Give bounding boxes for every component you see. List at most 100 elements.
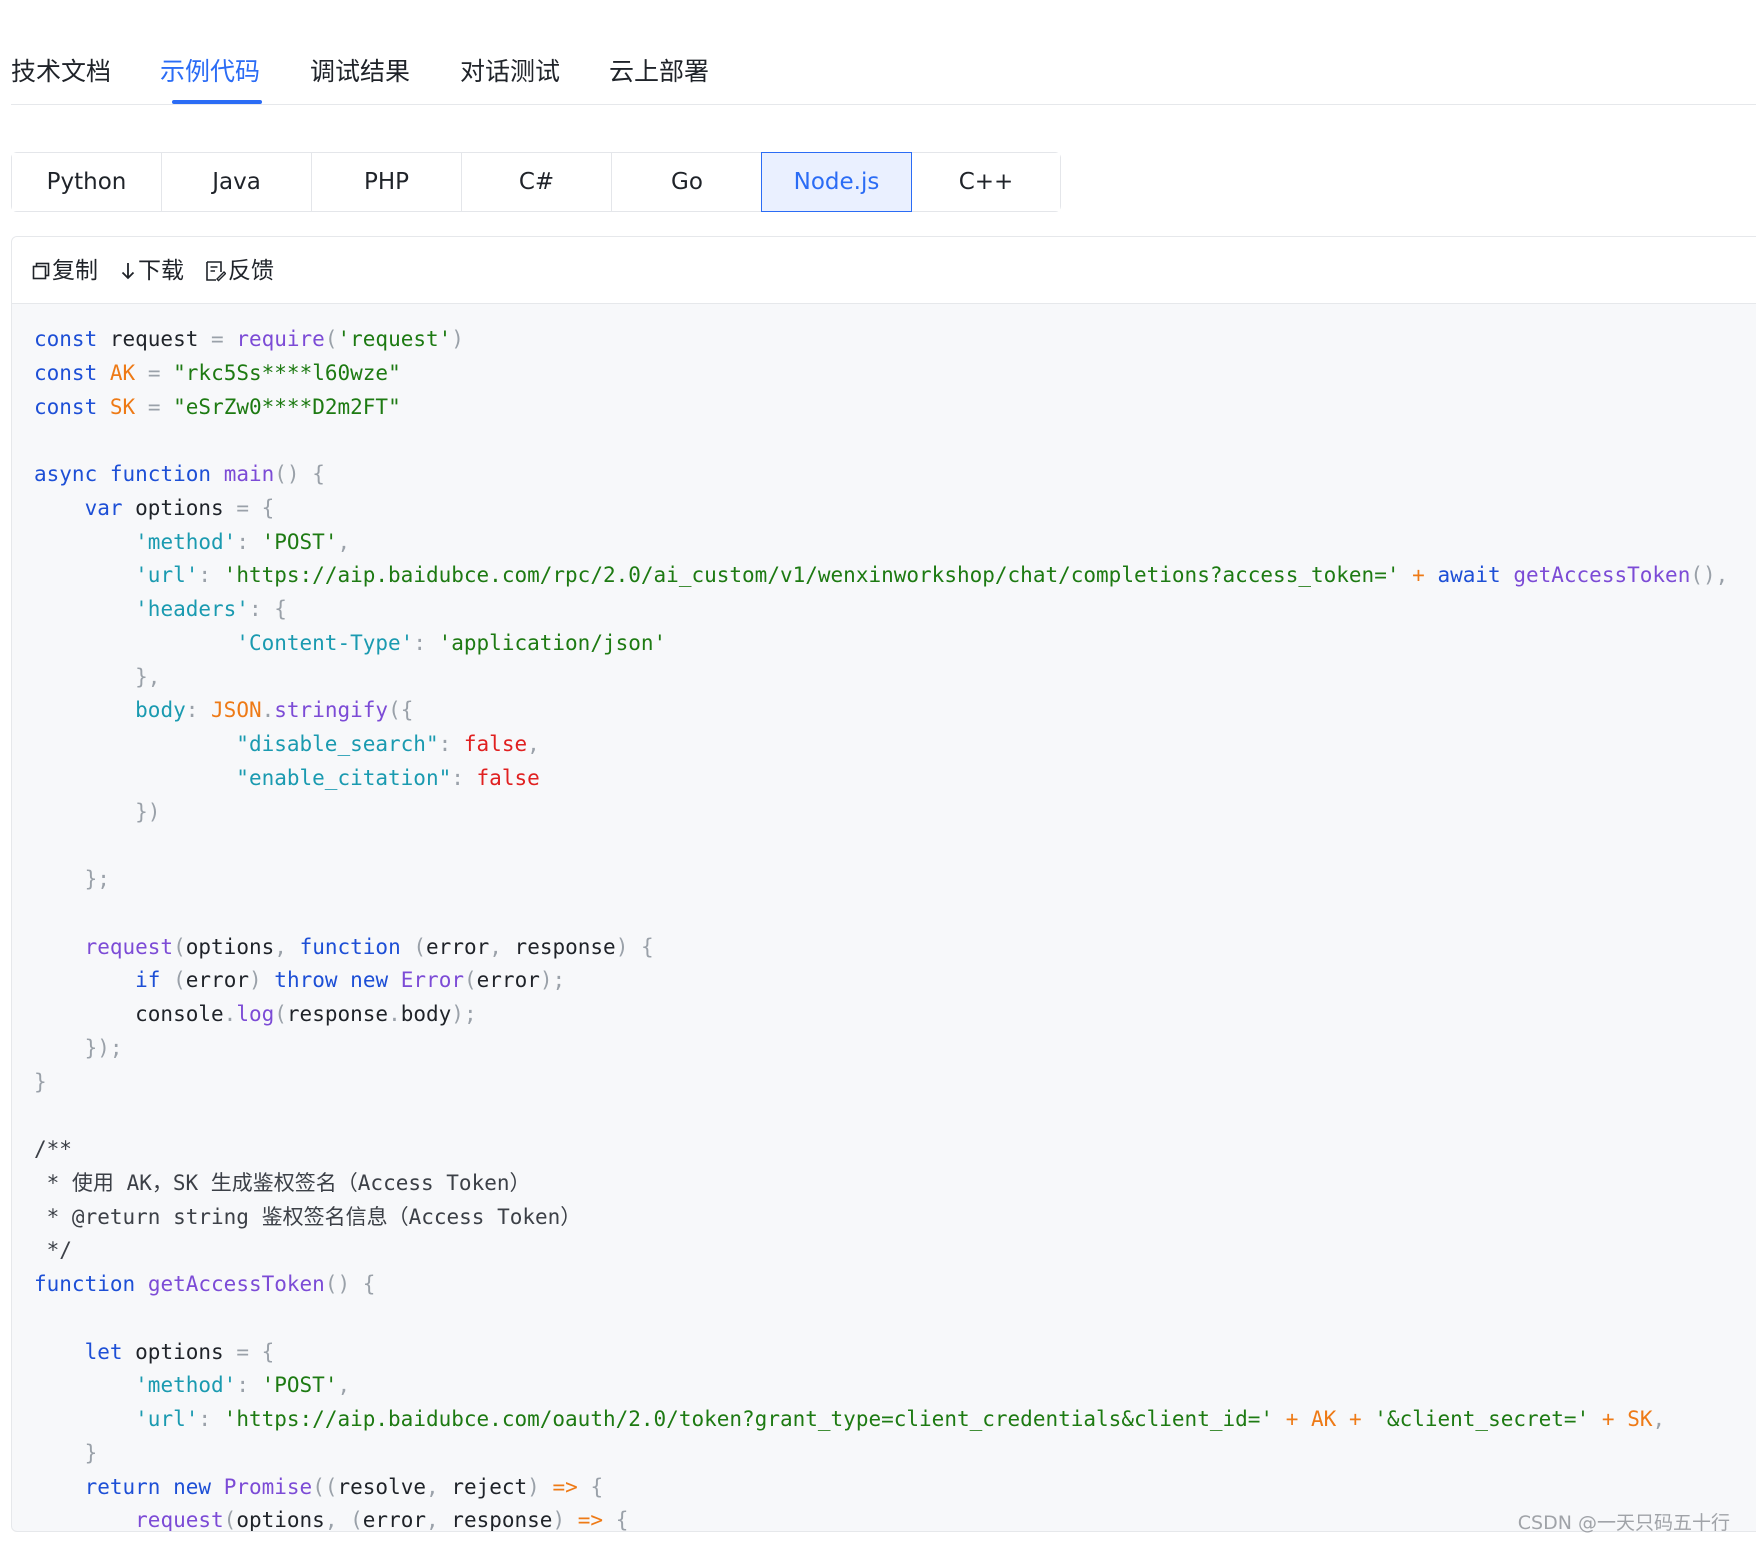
code-token: error — [476, 968, 540, 993]
code-line: 'url': 'https://aip.baidubce.com/rpc/2.0… — [34, 559, 1728, 593]
code-token: new — [350, 968, 389, 993]
code-token: : — [198, 1407, 224, 1431]
code-token: response — [286, 1002, 389, 1026]
lang-tab-go[interactable]: Go — [612, 153, 762, 211]
tab-sample-code[interactable]: 示例代码 — [160, 52, 260, 92]
code-token: '&client_secret=' — [1374, 1407, 1590, 1431]
code-line: if (error) throw new Error(error); — [34, 964, 1728, 998]
code-token: "enable_citation" — [236, 765, 452, 790]
code-line: console.log(response.body); — [34, 998, 1728, 1032]
code-token: error — [426, 934, 490, 959]
code-token: response — [514, 934, 616, 959]
code-line: request(options, function (error, respon… — [34, 931, 1728, 965]
code-token: , — [337, 1373, 351, 1398]
code-token: request — [84, 934, 174, 959]
code-token: (( — [312, 1474, 338, 1499]
code-line: 'Content-Type': 'application/json' — [34, 627, 1728, 661]
code-line: const SK = "eSrZw0****D2m2FT" — [34, 391, 1728, 425]
code-token: + — [1412, 563, 1425, 588]
code-line: }) — [34, 796, 1728, 830]
code-token: ) — [248, 968, 262, 993]
code-token: , — [489, 934, 515, 959]
download-arrow-icon — [120, 261, 136, 281]
code-token: () { — [274, 462, 325, 486]
code-line: */ — [34, 1234, 1728, 1268]
tab-cloud-deploy[interactable]: 云上部署 — [609, 52, 709, 92]
tab-debug-results[interactable]: 调试结果 — [310, 52, 410, 92]
code-token: 'url' — [135, 563, 199, 588]
code-token: (), — [1690, 563, 1729, 588]
code-token: request — [97, 327, 212, 351]
code-token: JSON — [211, 698, 262, 723]
code-token: AK — [109, 360, 136, 385]
code-token: }; — [84, 867, 110, 891]
code-token: : — [413, 630, 439, 655]
code-token: + — [1601, 1407, 1615, 1431]
code-token: function — [34, 1272, 136, 1296]
code-token: return — [84, 1474, 161, 1499]
code-token: body — [400, 1002, 452, 1026]
code-token: await — [1437, 563, 1501, 588]
code-token: 'method' — [135, 529, 237, 554]
code-line: var options = { — [34, 492, 1728, 526]
lang-tab-cpp[interactable]: C++ — [912, 153, 1060, 211]
code-token: = — [147, 360, 161, 385]
code-token: options — [122, 1339, 237, 1364]
code-token: ( — [463, 968, 477, 993]
lang-tab-python[interactable]: Python — [12, 153, 162, 211]
code-token: false — [463, 732, 528, 756]
code-line: 'method': 'POST', — [34, 526, 1728, 560]
lang-tab-csharp[interactable]: C# — [462, 153, 612, 211]
code-token: 'request' — [337, 327, 452, 351]
code-token: options — [236, 1508, 325, 1532]
lang-tab-java[interactable]: Java — [162, 153, 312, 211]
code-token: , — [527, 732, 540, 756]
code-token: 'application/json' — [438, 630, 667, 655]
code-token: = { — [236, 1339, 275, 1364]
code-token: * @return string 鉴权签名信息（Access Token） — [34, 1204, 582, 1229]
code-token: 'POST' — [261, 529, 338, 554]
code-line: }, — [34, 661, 1728, 695]
code-token: () { — [324, 1272, 376, 1296]
tab-chat-test[interactable]: 对话测试 — [460, 52, 560, 92]
code-token: ) { — [615, 934, 654, 959]
code-token: : — [185, 698, 212, 723]
code-token: ); — [539, 968, 566, 993]
code-token: SK — [1627, 1407, 1653, 1431]
code-token: ) — [527, 1474, 540, 1499]
lang-tab-nodejs[interactable]: Node.js — [761, 152, 912, 212]
download-button[interactable]: 下载 — [120, 255, 184, 287]
copy-button[interactable]: 复制 — [32, 255, 98, 287]
code-token: : — [198, 563, 224, 588]
code-token: = — [211, 327, 224, 351]
code-token: : { — [248, 597, 287, 621]
lang-tab-php[interactable]: PHP — [312, 153, 462, 211]
code-token: }, — [135, 664, 161, 689]
tab-tech-docs[interactable]: 技术文档 — [11, 52, 111, 92]
feedback-button[interactable]: 反馈 — [204, 255, 274, 287]
code-token: 'POST' — [261, 1373, 338, 1398]
code-block: const request = require('request') const … — [34, 323, 1728, 1532]
